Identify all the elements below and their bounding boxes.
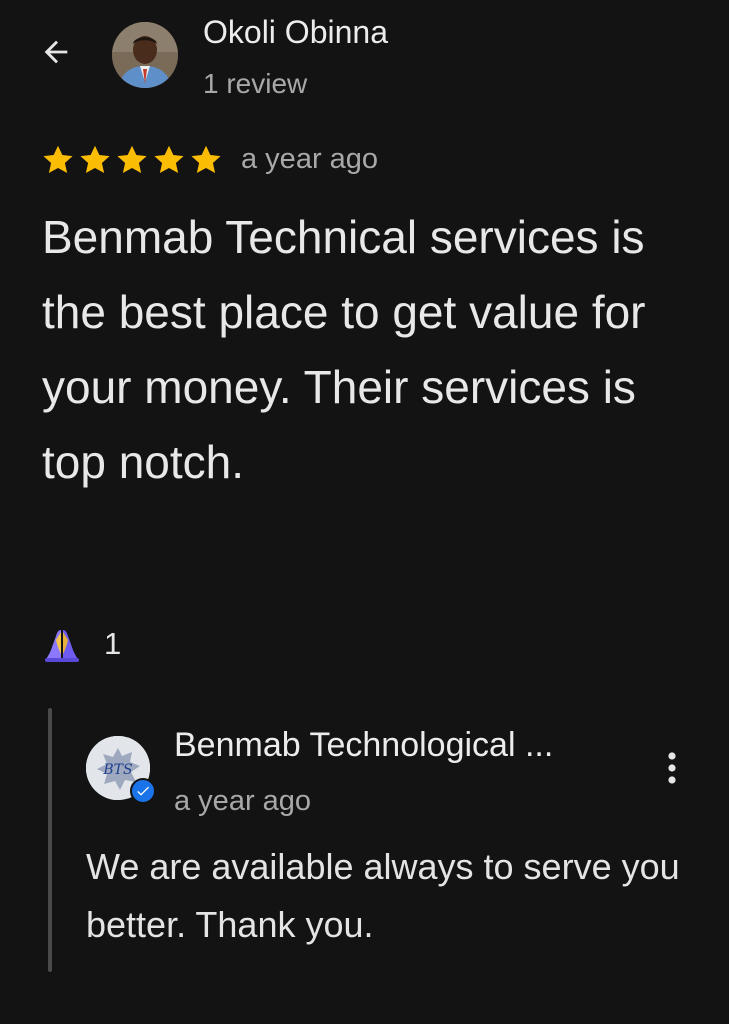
star-rating (40, 142, 224, 178)
owner-name[interactable]: Benmab Technological ... (174, 724, 553, 766)
arrow-back-icon (44, 40, 68, 64)
star-icon (43, 145, 73, 174)
verified-badge (130, 778, 156, 804)
verified-check-icon (137, 786, 149, 796)
star-icon (80, 145, 110, 174)
reviewer-review-count: 1 review (203, 68, 308, 99)
reaction-button[interactable]: 1 (42, 622, 121, 666)
star-icon (117, 145, 147, 174)
reaction-count: 1 (104, 626, 122, 661)
reviewer-name[interactable]: Okoli Obinna (203, 12, 388, 52)
review-time: a year ago (241, 143, 379, 175)
star-icon (191, 145, 221, 174)
back-button[interactable] (34, 30, 78, 74)
reply-divider (48, 708, 52, 972)
reviewer-avatar[interactable] (112, 22, 178, 88)
reviewer-photo (112, 22, 178, 88)
more-options-button[interactable] (650, 746, 694, 790)
more-vert-icon (668, 752, 676, 784)
owner-avatar[interactable]: BTS (86, 736, 156, 804)
owner-response-text: We are available always to serve you bet… (86, 846, 680, 945)
owner-response-time: a year ago (174, 785, 312, 817)
star-icon (154, 145, 184, 174)
owner-logo-text: BTS (102, 762, 132, 778)
folded-hands-emoji (45, 630, 79, 662)
review-text: Benmab Technical services is the best pl… (42, 211, 646, 488)
